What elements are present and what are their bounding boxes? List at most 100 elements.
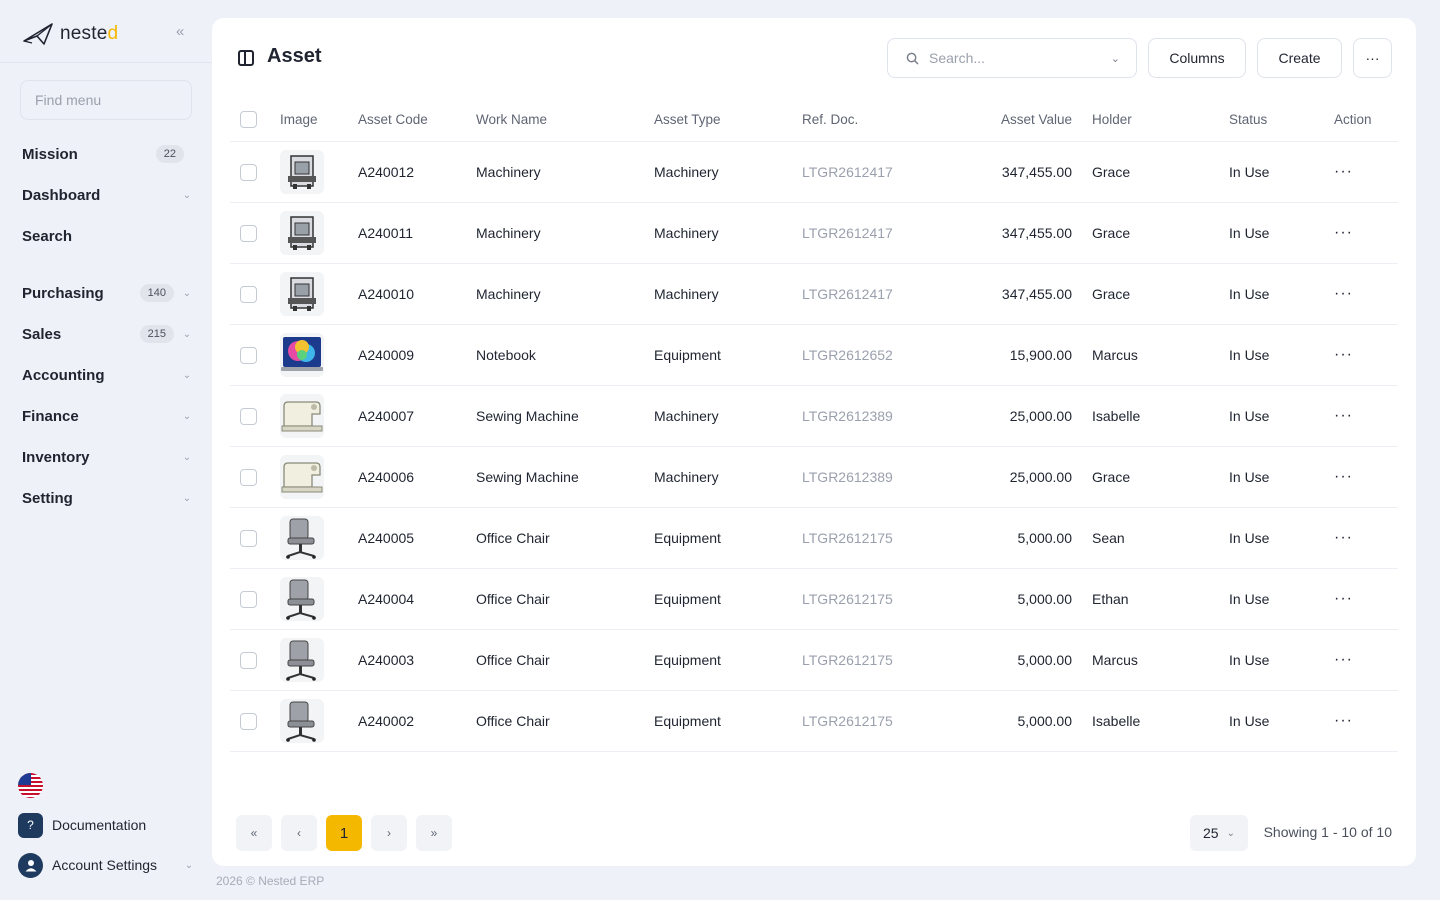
chair-thumbnail-icon[interactable]: [280, 516, 324, 560]
table-row[interactable]: A240009 Notebook Equipment LTGR2612652 15,90…: [230, 325, 1398, 386]
row-actions-icon[interactable]: ···: [1334, 651, 1353, 669]
sidebar-item-sales[interactable]: Sales 215 ⌄: [22, 319, 192, 349]
row-actions-icon[interactable]: ···: [1334, 590, 1353, 608]
sidebar-item-mission[interactable]: Mission 22: [22, 139, 192, 169]
chair-thumbnail-icon[interactable]: [280, 577, 324, 621]
sidebar-toggle-icon[interactable]: [238, 50, 254, 66]
asset-code[interactable]: A240011: [358, 203, 413, 263]
table-row[interactable]: A240012 Machinery Machinery LTGR2612417 347,…: [230, 142, 1398, 203]
row-checkbox[interactable]: [240, 651, 257, 669]
action-cell: ···: [1334, 264, 1353, 324]
chair-thumbnail-icon[interactable]: [280, 638, 324, 682]
logo[interactable]: nested: [22, 18, 192, 50]
us-flag-language-icon[interactable]: [18, 773, 43, 798]
first-page-button[interactable]: «: [236, 815, 272, 851]
asset-value: 5,000.00: [1017, 530, 1073, 546]
ref-doc[interactable]: LTGR2612417: [802, 203, 893, 263]
sewing-thumbnail-icon[interactable]: [280, 394, 324, 438]
row-actions-icon[interactable]: ···: [1334, 285, 1353, 303]
row-actions-icon[interactable]: ···: [1334, 529, 1353, 547]
header-ref-doc[interactable]: Ref. Doc.: [802, 98, 858, 141]
row-checkbox[interactable]: [240, 407, 257, 425]
asset-code[interactable]: A240002: [358, 691, 414, 751]
row-checkbox[interactable]: [240, 224, 257, 242]
table-row[interactable]: A240004 Office Chair Equipment LTGR2612175 5…: [230, 569, 1398, 630]
row-actions-icon[interactable]: ···: [1334, 468, 1353, 486]
header-asset-code[interactable]: Asset Code: [358, 98, 428, 141]
row-checkbox[interactable]: [240, 346, 257, 364]
last-page-button[interactable]: »: [416, 815, 452, 851]
sidebar-item-dashboard[interactable]: Dashboard ⌄: [22, 180, 192, 210]
row-checkbox[interactable]: [240, 163, 257, 181]
table-row[interactable]: A240006 Sewing Machine Machinery LTGR261238…: [230, 447, 1398, 508]
row-actions-icon[interactable]: ···: [1334, 163, 1353, 181]
create-button[interactable]: Create: [1257, 38, 1342, 78]
machinery-thumbnail-icon[interactable]: [280, 272, 324, 316]
row-checkbox[interactable]: [240, 468, 257, 486]
ref-doc[interactable]: LTGR2612175: [802, 691, 893, 751]
row-actions-icon[interactable]: ···: [1334, 346, 1353, 364]
chair-thumbnail-icon[interactable]: [280, 699, 324, 743]
sidebar-item-inventory[interactable]: Inventory ⌄: [22, 442, 192, 472]
sewing-thumbnail-icon[interactable]: [280, 455, 324, 499]
row-checkbox[interactable]: [240, 712, 257, 730]
row-actions-icon[interactable]: ···: [1334, 407, 1353, 425]
sidebar-item-accounting[interactable]: Accounting ⌄: [22, 360, 192, 390]
ref-doc[interactable]: LTGR2612175: [802, 630, 893, 690]
row-checkbox[interactable]: [240, 285, 257, 303]
asset-code[interactable]: A240006: [358, 447, 414, 507]
machinery-thumbnail-icon[interactable]: [280, 211, 324, 255]
header-work-name[interactable]: Work Name: [476, 98, 547, 141]
table-row[interactable]: A240007 Sewing Machine Machinery LTGR261238…: [230, 386, 1398, 447]
asset-code[interactable]: A240004: [358, 569, 414, 629]
columns-button[interactable]: Columns: [1148, 38, 1246, 78]
per-page-select[interactable]: 25 ⌄: [1190, 815, 1248, 851]
sidebar-item-finance[interactable]: Finance ⌄: [22, 401, 192, 431]
collapse-sidebar-button[interactable]: «: [176, 24, 190, 40]
sidebar-item-setting[interactable]: Setting ⌄: [22, 483, 192, 513]
header-image[interactable]: Image: [280, 98, 318, 141]
ref-doc[interactable]: LTGR2612417: [802, 142, 893, 202]
notebook-thumbnail-icon[interactable]: [280, 333, 324, 377]
sidebar-item-search[interactable]: Search: [22, 221, 192, 251]
chevron-down-icon[interactable]: ⌄: [1111, 52, 1120, 65]
table-row[interactable]: A240005 Office Chair Equipment LTGR2612175 5…: [230, 508, 1398, 569]
documentation-link[interactable]: ? Documentation: [18, 812, 194, 838]
machinery-thumbnail-icon[interactable]: [280, 150, 324, 194]
status: In Use: [1229, 164, 1270, 180]
ref-doc[interactable]: LTGR2612389: [802, 447, 893, 507]
row-actions-icon[interactable]: ···: [1334, 712, 1353, 730]
next-page-button[interactable]: ›: [371, 815, 407, 851]
header-asset-value[interactable]: Asset Value: [950, 98, 1072, 141]
header-status[interactable]: Status: [1229, 98, 1267, 141]
asset-code[interactable]: A240010: [358, 264, 414, 324]
row-checkbox[interactable]: [240, 529, 257, 547]
header-holder[interactable]: Holder: [1092, 98, 1132, 141]
table-row[interactable]: A240011 Machinery Machinery LTGR2612417 347,…: [230, 203, 1398, 264]
row-select-cell: [240, 264, 257, 324]
more-options-button[interactable]: ···: [1353, 38, 1392, 78]
ref-doc[interactable]: LTGR2612417: [802, 264, 893, 324]
ref-doc[interactable]: LTGR2612652: [802, 325, 893, 385]
ref-doc[interactable]: LTGR2612389: [802, 386, 893, 446]
ref-doc[interactable]: LTGR2612175: [802, 569, 893, 629]
row-checkbox[interactable]: [240, 590, 257, 608]
asset-code[interactable]: A240007: [358, 386, 414, 446]
prev-page-button[interactable]: ‹: [281, 815, 317, 851]
header-asset-type[interactable]: Asset Type: [654, 98, 721, 141]
asset-code[interactable]: A240012: [358, 142, 414, 202]
ref-doc[interactable]: LTGR2612175: [802, 508, 893, 568]
asset-code[interactable]: A240009: [358, 325, 414, 385]
row-actions-icon[interactable]: ···: [1334, 224, 1353, 242]
find-menu-input[interactable]: [35, 92, 216, 108]
search-input[interactable]: [929, 50, 1111, 66]
table-row[interactable]: A240002 Office Chair Equipment LTGR2612175 5…: [230, 691, 1398, 752]
sidebar-item-purchasing[interactable]: Purchasing 140 ⌄: [22, 278, 192, 308]
account-settings-link[interactable]: Account Settings ⌄: [18, 852, 194, 878]
select-all-checkbox[interactable]: [240, 111, 257, 128]
table-row[interactable]: A240003 Office Chair Equipment LTGR2612175 5…: [230, 630, 1398, 691]
table-row[interactable]: A240010 Machinery Machinery LTGR2612417 347,…: [230, 264, 1398, 325]
asset-code[interactable]: A240003: [358, 630, 414, 690]
page-1-button[interactable]: 1: [326, 815, 362, 851]
asset-code[interactable]: A240005: [358, 508, 414, 568]
